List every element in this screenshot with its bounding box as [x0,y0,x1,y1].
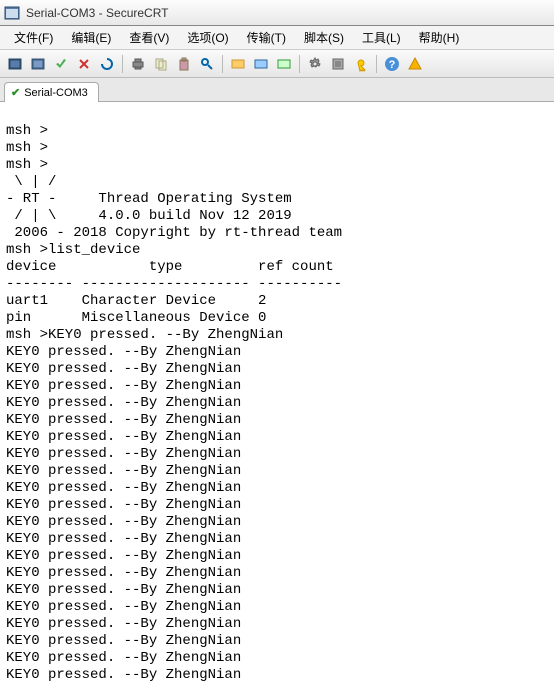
menu-item-3[interactable]: 选项(O) [179,26,236,49]
title-bar: Serial-COM3 - SecureCRT [0,0,554,26]
about-button[interactable] [404,53,426,75]
help-button[interactable]: ? [381,53,403,75]
menu-item-7[interactable]: 帮助(H) [411,26,468,49]
copy-icon [153,56,169,72]
tab-strip: ✔ Serial-COM3 [0,78,554,102]
print-button[interactable] [127,53,149,75]
key-icon [353,56,369,72]
toolbar-separator [299,55,300,73]
window-title: Serial-COM3 - SecureCRT [26,6,168,20]
disconnect-icon [76,56,92,72]
reconnect-button[interactable] [96,53,118,75]
paste-button[interactable] [173,53,195,75]
reconnect-icon [99,56,115,72]
menu-bar: 文件(F)编辑(E)查看(V)选项(O)传输(T)脚本(S)工具(L)帮助(H) [0,26,554,50]
toolbar: ? [0,50,554,78]
properties-button[interactable] [327,53,349,75]
menu-item-5[interactable]: 脚本(S) [296,26,352,49]
check-icon: ✔ [11,86,20,99]
session-a-button[interactable] [227,53,249,75]
properties-icon [330,56,346,72]
menu-item-4[interactable]: 传输(T) [239,26,294,49]
copy-button[interactable] [150,53,172,75]
connect-button[interactable] [50,53,72,75]
disconnect-button[interactable] [73,53,95,75]
paste-icon [176,56,192,72]
find-icon [199,56,215,72]
terminal-icon [7,56,23,72]
tab-serial-com3[interactable]: ✔ Serial-COM3 [4,82,99,102]
terminal-alt-icon [30,56,46,72]
menu-item-1[interactable]: 编辑(E) [63,26,119,49]
session-b-icon [253,56,269,72]
session-c-button[interactable] [273,53,295,75]
menu-item-2[interactable]: 查看(V) [121,26,177,49]
find-button[interactable] [196,53,218,75]
connect-icon [53,56,69,72]
options-icon [307,56,323,72]
menu-item-0[interactable]: 文件(F) [6,26,61,49]
app-icon [4,5,20,21]
options-button[interactable] [304,53,326,75]
toolbar-separator [122,55,123,73]
about-icon [407,56,423,72]
help-icon: ? [384,56,400,72]
print-icon [130,56,146,72]
tab-label: Serial-COM3 [24,87,88,99]
toolbar-separator [376,55,377,73]
session-b-button[interactable] [250,53,272,75]
session-c-icon [276,56,292,72]
svg-text:?: ? [389,59,396,71]
key-button[interactable] [350,53,372,75]
menu-item-6[interactable]: 工具(L) [354,26,409,49]
terminal-button[interactable] [4,53,26,75]
toolbar-separator [222,55,223,73]
terminal-output[interactable]: msh > msh > msh > \ | / - RT - Thread Op… [0,102,554,685]
session-a-icon [230,56,246,72]
terminal-alt-button[interactable] [27,53,49,75]
